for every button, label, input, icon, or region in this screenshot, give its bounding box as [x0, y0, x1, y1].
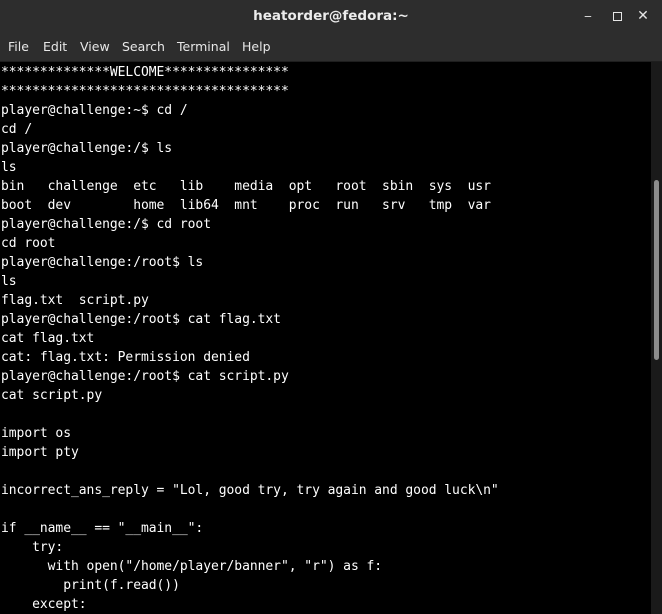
terminal-line: **************WELCOME****************: [1, 65, 289, 80]
terminal-line: cat flag.txt: [1, 331, 95, 346]
terminal-line: player@challenge:/$ cd root: [1, 217, 211, 232]
terminal-line: player@challenge:/root$ cat script.py: [1, 369, 289, 384]
terminal-line: ls: [1, 274, 17, 289]
menu-help[interactable]: Help: [242, 33, 271, 61]
menu-file[interactable]: File: [8, 33, 29, 61]
window-title: heatorder@fedora:~: [253, 8, 409, 24]
menu-search[interactable]: Search: [122, 33, 165, 61]
terminal-window: heatorder@fedora:~ ‒ ✕ File Edit View Se…: [0, 0, 662, 614]
scrollbar-thumb[interactable]: [654, 180, 659, 360]
close-icon: ✕: [637, 8, 649, 24]
terminal-line: boot dev home lib64 mnt proc run srv tmp…: [1, 198, 491, 213]
terminal-line: cd /: [1, 122, 33, 137]
menu-edit[interactable]: Edit: [43, 33, 67, 61]
terminal-line: if __name__ == "__main__":: [1, 521, 204, 536]
minimize-button[interactable]: ‒: [577, 0, 599, 33]
terminal-line: player@challenge:~$ cd /: [1, 103, 188, 118]
terminal-line: player@challenge:/$ ls: [1, 141, 173, 156]
vertical-scrollbar[interactable]: [651, 62, 662, 614]
terminal-line: with open("/home/player/banner", "r") as…: [1, 559, 383, 574]
terminal-line: import os: [1, 426, 71, 441]
terminal-line: *************************************: [1, 84, 289, 99]
terminal-line: try:: [1, 540, 64, 555]
minimize-icon: ‒: [584, 9, 592, 23]
maximize-button[interactable]: [606, 0, 628, 33]
terminal-line: import pty: [1, 445, 79, 460]
close-button[interactable]: ✕: [632, 0, 654, 33]
menu-view[interactable]: View: [80, 33, 110, 61]
terminal-output[interactable]: **************WELCOME**************** ***…: [0, 62, 651, 614]
terminal-line: flag.txt script.py: [1, 293, 149, 308]
title-bar[interactable]: heatorder@fedora:~ ‒ ✕: [0, 0, 662, 33]
terminal-line: cd root: [1, 236, 56, 251]
terminal-line: ls: [1, 160, 17, 175]
menu-terminal[interactable]: Terminal: [177, 33, 230, 61]
terminal-line: except:: [1, 597, 87, 612]
maximize-icon: [612, 12, 622, 21]
terminal-line: cat: flag.txt: Permission denied: [1, 350, 250, 365]
terminal-line: player@challenge:/root$ cat flag.txt: [1, 312, 281, 327]
terminal-line: player@challenge:/root$ ls: [1, 255, 204, 270]
terminal-line: incorrect_ans_reply = "Lol, good try, tr…: [1, 483, 499, 498]
terminal-line: cat script.py: [1, 388, 103, 403]
terminal-line: print(f.read()): [1, 578, 180, 593]
terminal-line: bin challenge etc lib media opt root sbi…: [1, 179, 491, 194]
menu-bar: File Edit View Search Terminal Help: [0, 33, 662, 62]
